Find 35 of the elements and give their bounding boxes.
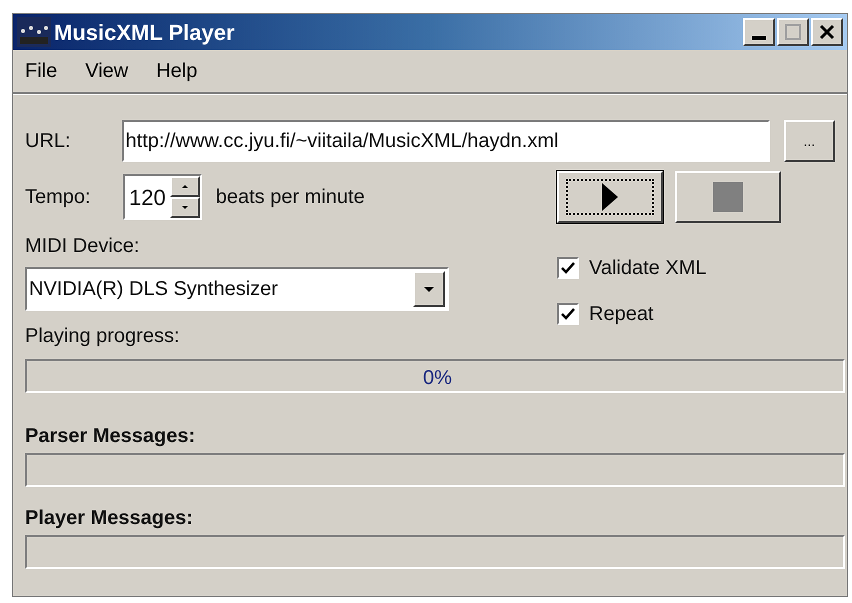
parser-messages-label: Parser Messages: bbox=[25, 424, 196, 449]
url-field[interactable]: http://www.cc.jyu.fi/~viitaila/MusicXML/haydn.xml bbox=[122, 120, 770, 162]
checkbox-label: Validate XML bbox=[589, 256, 706, 281]
checkmark-icon bbox=[561, 308, 575, 320]
progress-label: Playing progress: bbox=[25, 324, 181, 349]
checkbox-label: Repeat bbox=[589, 302, 654, 327]
maximize-button[interactable] bbox=[777, 18, 809, 46]
midi-label: MIDI Device: bbox=[25, 234, 140, 259]
player-messages-label: Player Messages: bbox=[25, 506, 194, 531]
tempo-label: Tempo: bbox=[25, 185, 92, 210]
checkmark-icon bbox=[561, 262, 575, 274]
dropdown-arrow-icon bbox=[424, 286, 434, 292]
close-button[interactable] bbox=[811, 18, 843, 46]
close-icon bbox=[819, 24, 835, 40]
checkbox[interactable] bbox=[557, 303, 579, 325]
checkbox[interactable] bbox=[557, 257, 579, 279]
down-arrow-icon bbox=[182, 206, 188, 209]
browse-button[interactable]: ... bbox=[784, 120, 835, 162]
up-arrow-icon bbox=[182, 185, 188, 188]
menu-item[interactable]: View bbox=[85, 56, 128, 86]
stop-icon bbox=[713, 182, 743, 212]
play-icon bbox=[600, 181, 620, 213]
progress-reading: 0% bbox=[423, 366, 452, 391]
app-icon bbox=[17, 17, 51, 47]
midi-dropdown[interactable]: NVIDIA(R) DLS Synthesizer bbox=[25, 267, 449, 311]
menu-item[interactable]: Help bbox=[156, 56, 198, 86]
tempo-unit: beats per minute bbox=[216, 185, 365, 210]
play-button[interactable] bbox=[557, 171, 663, 223]
window-title: MusicXML Player bbox=[54, 18, 235, 47]
tempo-spinner[interactable]: 120 bbox=[123, 174, 202, 220]
minimize-icon bbox=[752, 36, 766, 40]
minimize-button[interactable] bbox=[743, 18, 775, 46]
menu-item[interactable]: File bbox=[25, 56, 58, 86]
maximize-icon bbox=[785, 24, 801, 40]
url-label: URL: bbox=[25, 129, 72, 154]
